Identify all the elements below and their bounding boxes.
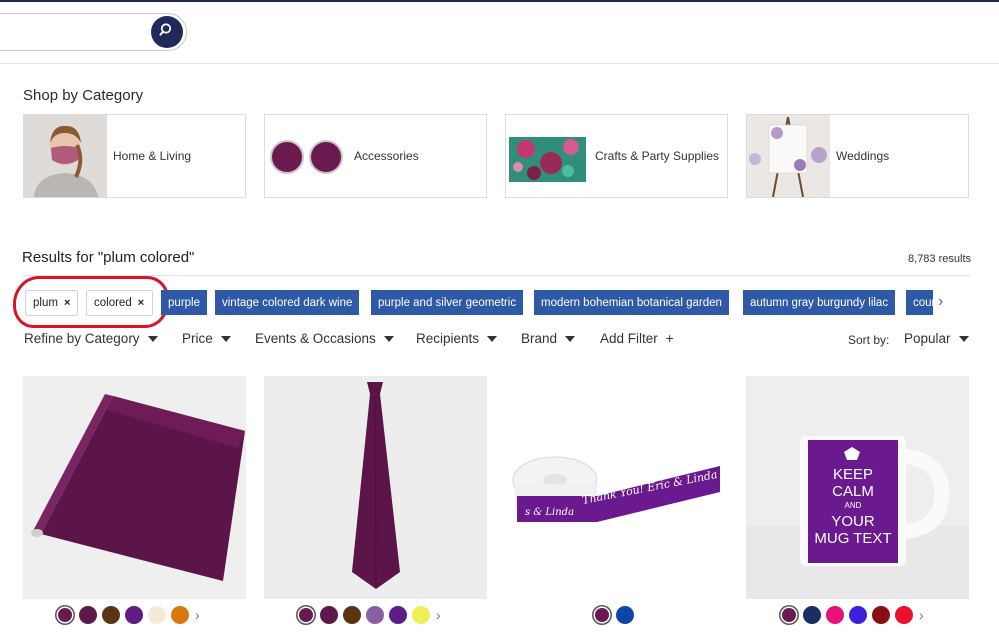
category-home-living-image [24,115,107,197]
filter-label: Recipients [416,331,480,346]
product-wrapping-paper[interactable] [23,376,246,599]
filter-label: Refine by Category [24,331,140,346]
chevron-right-icon[interactable]: › [436,607,441,623]
sort-dropdown[interactable]: Popular [904,331,969,346]
header-divider [0,63,999,64]
color-swatch[interactable] [343,606,361,624]
category-accessories[interactable]: Accessories [264,114,487,198]
color-swatch[interactable] [299,608,313,622]
color-swatch[interactable] [826,606,844,624]
filter-label: Price [182,331,213,346]
product-color-swatches: › [297,604,441,626]
tag-country[interactable]: country [906,290,933,315]
tag-purple[interactable]: purple [161,290,207,315]
color-swatch[interactable] [412,606,430,624]
category-crafts-party[interactable]: Crafts & Party Supplies [505,114,728,198]
chevron-down-icon [147,335,158,342]
mug-text-line5: MUG TEXT [814,530,891,547]
filter-events-occasions[interactable]: Events & Occasions [255,331,394,346]
color-swatch[interactable] [366,606,384,624]
color-swatch[interactable] [616,606,634,624]
sort-value: Popular [904,331,951,346]
results-count: 8,783 results [908,253,971,265]
color-swatch[interactable] [782,608,796,622]
color-swatch[interactable] [125,606,143,624]
ribbon-text-left: s & Linda [525,507,574,518]
filter-recipients[interactable]: Recipients [416,331,498,346]
chevron-right-icon[interactable]: › [938,293,943,311]
category-weddings[interactable]: Weddings [746,114,969,198]
results-divider [22,275,970,276]
product-color-swatches [593,604,634,626]
chevron-down-icon [487,335,498,342]
category-label: Home & Living [113,149,192,163]
filter-brand[interactable]: Brand [521,331,576,346]
search-icon [159,22,175,43]
color-swatch[interactable] [102,606,120,624]
add-filter-button[interactable]: Add Filter + [600,331,674,346]
filter-label: Events & Occasions [255,331,376,346]
tag-autumn-gray-burgundy-lilac[interactable]: autumn gray burgundy lilac [743,290,896,315]
plus-icon: + [665,331,674,346]
product-tie[interactable] [264,376,487,599]
color-swatch[interactable] [849,606,867,624]
tie-image [264,376,487,599]
shop-by-category-title: Shop by Category [23,87,144,104]
tag-vintage-colored-dark-wine[interactable]: vintage colored dark wine [215,290,360,315]
category-label: Weddings [836,149,890,163]
product-mug[interactable]: KEEP CALM AND YOUR MUG TEXT [746,376,969,599]
mug-image: KEEP CALM AND YOUR MUG TEXT [746,376,969,599]
color-swatch[interactable] [872,606,890,624]
color-swatch[interactable] [58,608,72,622]
color-swatch[interactable] [895,606,913,624]
mug-text-line3: AND [845,501,862,510]
color-swatch[interactable] [595,608,609,622]
category-crafts-image [506,115,589,197]
category-label: Accessories [354,149,419,163]
search-button[interactable] [151,16,183,48]
tag-purple-and-silver-geometric[interactable]: purple and silver geometric [371,290,524,315]
chevron-down-icon [565,335,576,342]
color-swatch[interactable] [171,606,189,624]
mug-text-line1: KEEP [833,466,873,483]
color-swatch[interactable] [803,606,821,624]
filter-price[interactable]: Price [182,331,231,346]
chevron-down-icon [220,335,231,342]
chevron-right-icon[interactable]: › [919,607,924,623]
color-swatch[interactable] [79,606,97,624]
sort-by-label: Sort by: [848,333,890,347]
chevron-right-icon[interactable]: › [195,607,200,623]
related-tags: purple vintage colored dark wine purple … [161,290,933,315]
category-weddings-image [747,115,830,197]
add-filter-label: Add Filter [600,331,658,346]
highlight-annotation [13,276,169,328]
mug-text-line2: CALM [832,483,874,500]
chevron-down-icon [383,335,394,342]
tag-modern-bohemian-botanical-garden[interactable]: modern bohemian botanical garden [534,290,729,315]
chevron-down-icon [958,335,969,342]
color-swatch[interactable] [148,606,166,624]
ribbon-image: s & Linda Thank You! Eric & Linda [505,376,728,599]
product-color-swatches: › [56,604,200,626]
mug-text-line4: YOUR [831,513,875,530]
category-accessories-image [265,115,348,197]
header-top-border [0,0,999,2]
wrapping-paper-image [23,376,246,599]
results-title: Results for "plum colored" [22,249,195,266]
category-label: Crafts & Party Supplies [595,149,720,163]
filter-label: Brand [521,331,558,346]
product-ribbon[interactable]: s & Linda Thank You! Eric & Linda [505,376,728,599]
product-color-swatches: › [780,604,924,626]
color-swatch[interactable] [389,606,407,624]
category-home-living[interactable]: Home & Living [23,114,246,198]
color-swatch[interactable] [320,606,338,624]
filter-refine-by-category[interactable]: Refine by Category [24,331,158,346]
